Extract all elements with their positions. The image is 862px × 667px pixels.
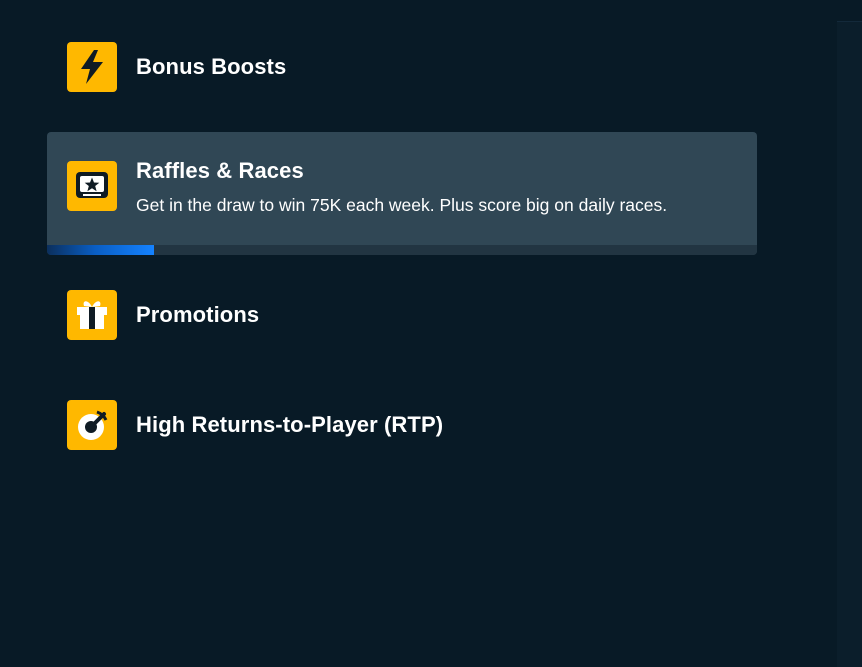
menu-item-title: Raffles & Races bbox=[136, 158, 304, 183]
menu-item-title: Promotions bbox=[136, 302, 260, 327]
page: Bonus Boosts Raffles & Races Get in the … bbox=[0, 0, 862, 667]
menu-item-raffles-races[interactable]: Raffles & Races Get in the draw to win 7… bbox=[47, 132, 757, 255]
menu-item-title: Bonus Boosts bbox=[136, 54, 287, 79]
menu-item-promotions[interactable]: Promotions bbox=[47, 278, 757, 354]
menu-item-title: High Returns-to-Player (RTP) bbox=[136, 412, 444, 437]
autoplay-progress-bar bbox=[47, 245, 757, 255]
menu-item-description: Get in the draw to win 75K each week. Pl… bbox=[136, 195, 668, 215]
lightning-bolt-icon bbox=[67, 42, 117, 92]
menu-item-high-rtp[interactable]: High Returns-to-Player (RTP) bbox=[47, 388, 757, 464]
menu-item-bonus-boosts[interactable]: Bonus Boosts bbox=[47, 30, 757, 106]
ticket-star-icon bbox=[67, 161, 117, 211]
gift-icon bbox=[67, 290, 117, 340]
side-panel-edge bbox=[837, 22, 862, 667]
progress-fill bbox=[47, 245, 154, 255]
gauge-icon bbox=[67, 400, 117, 450]
